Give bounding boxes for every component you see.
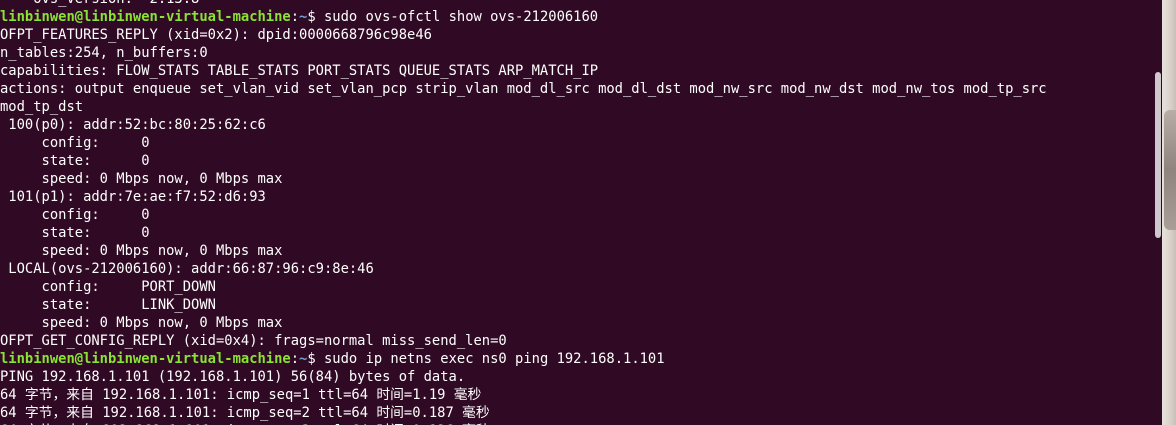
output-line: 64 字节，来自 192.168.1.101: icmp_seq=1 ttl=6… [0, 387, 482, 403]
command-text: sudo ovs-ofctl show ovs-212006160 [323, 9, 599, 25]
command-line: linbinwen@linbinwen-virtual-machine:~$ s… [0, 8, 1150, 26]
output-line: config: PORT_DOWN [0, 279, 216, 295]
output-line: OFPT_FEATURES_REPLY (xid=0x2): dpid:0000… [0, 27, 432, 43]
output-line: 100(p0): addr:52:bc:80:25:62:c6 [0, 117, 266, 133]
output-line: speed: 0 Mbps now, 0 Mbps max [0, 171, 283, 187]
prompt-user-host: linbinwen@linbinwen-virtual-machine [0, 9, 291, 25]
output-line: config: 0 [0, 207, 150, 223]
output-line: capabilities: FLOW_STATS TABLE_STATS POR… [0, 63, 599, 79]
prompt-user-host: linbinwen@linbinwen-virtual-machine [0, 351, 291, 367]
output-line: state: LINK_DOWN [0, 297, 216, 313]
output-line: 64 字节，来自 192.168.1.101: icmp_seq=2 ttl=6… [0, 405, 490, 421]
output-line: speed: 0 Mbps now, 0 Mbps max [0, 315, 283, 331]
output-line: speed: 0 Mbps now, 0 Mbps max [0, 243, 283, 259]
output-line: state: 0 [0, 225, 150, 241]
output-line: ovs_version: "2.13.8" [0, 0, 1150, 8]
prompt-symbol: $ [307, 9, 324, 25]
output-line: config: 0 [0, 135, 150, 151]
prompt-symbol: $ [307, 351, 324, 367]
command-text: sudo ip netns exec ns0 ping 192.168.1.10… [323, 351, 665, 367]
background-window-edge-detail [1164, 110, 1176, 230]
output-line: n_tables:254, n_buffers:0 [0, 45, 208, 61]
output-line: state: 0 [0, 153, 150, 169]
output-line: OFPT_GET_CONFIG_REPLY (xid=0x4): frags=n… [0, 333, 507, 349]
prompt-separator: : [290, 351, 300, 367]
prompt-separator: : [290, 9, 300, 25]
terminal-output[interactable]: ovs_version: "2.13.8"linbinwen@linbinwen… [0, 0, 1150, 425]
output-line: 101(p1): addr:7e:ae:f7:52:d6:93 [0, 189, 266, 205]
output-line: LOCAL(ovs-212006160): addr:66:87:96:c9:8… [0, 261, 374, 277]
output-line: actions: output enqueue set_vlan_vid set… [0, 81, 1047, 97]
command-line: linbinwen@linbinwen-virtual-machine:~$ s… [0, 350, 1150, 368]
scrollbar-thumb[interactable] [1155, 72, 1161, 238]
terminal-window[interactable]: ovs_version: "2.13.8"linbinwen@linbinwen… [0, 0, 1176, 425]
output-line: PING 192.168.1.101 (192.168.1.101) 56(84… [0, 369, 466, 385]
output-line: mod_tp_dst [0, 99, 84, 115]
